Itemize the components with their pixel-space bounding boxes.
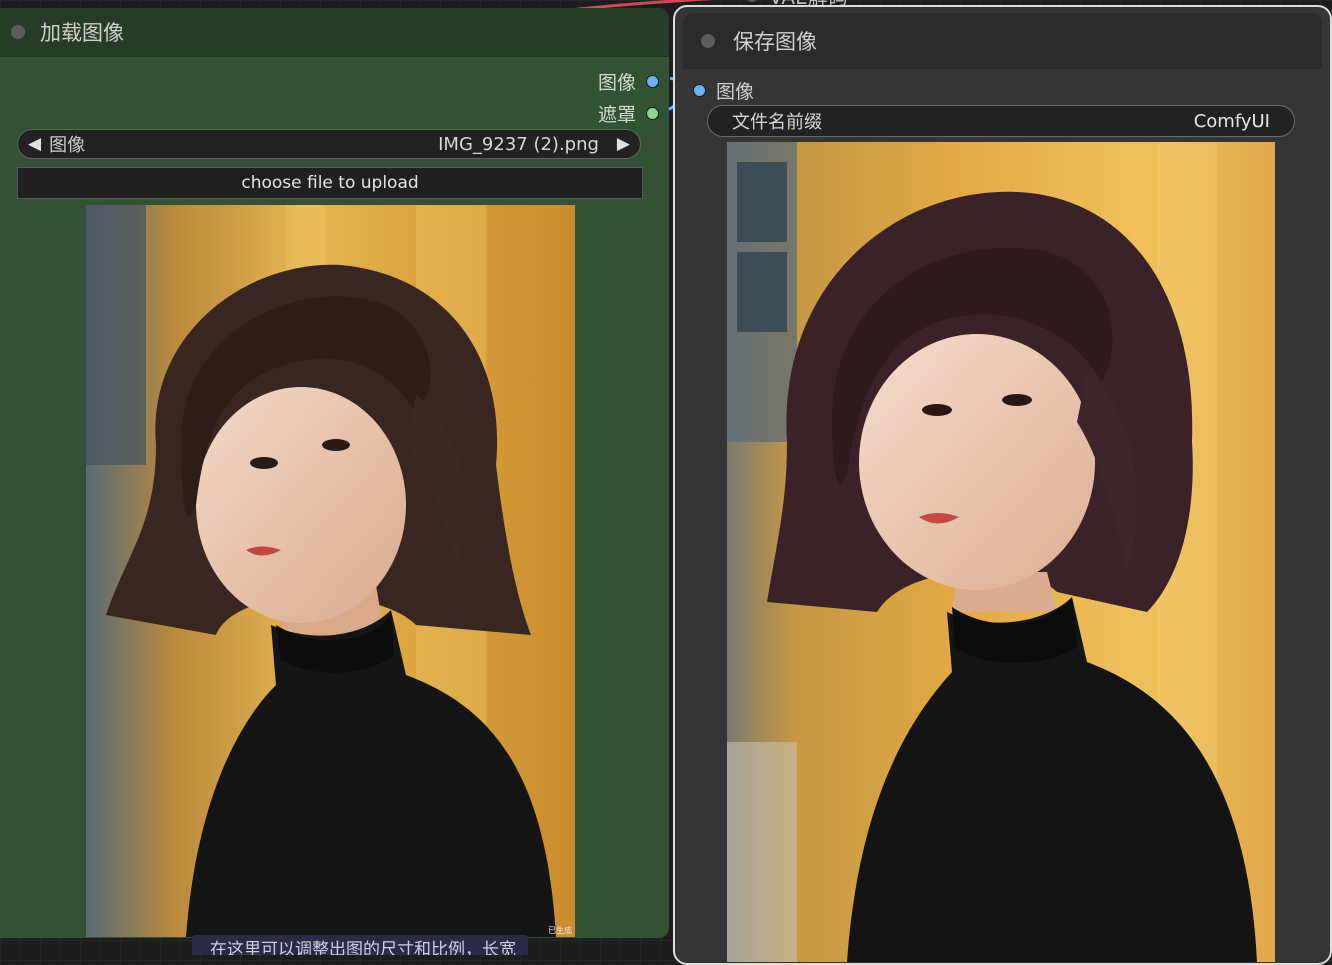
input-slot-image[interactable]: 图像 [693, 77, 754, 104]
filename-prefix-widget[interactable]: 文件名前缀 ComfyUI [707, 105, 1295, 137]
input-slot-label: 图像 [716, 81, 755, 103]
combo-value[interactable]: IMG_9237 (2).png [438, 134, 599, 155]
upload-button[interactable]: choose file to upload [17, 167, 643, 199]
output-connector-dot[interactable] [646, 107, 659, 120]
node-status-dot [745, 0, 759, 2]
output-slot-image[interactable]: 图像 [598, 68, 659, 95]
node-collapse-dot[interactable] [11, 25, 25, 39]
output-slot-mask[interactable]: 遮罩 [598, 100, 659, 127]
combo-name: 图像 [49, 135, 86, 156]
load-image-node[interactable]: 加载图像 图像 遮罩 ◀ 图像 IMG_9237 (2).png ▶ choos… [0, 8, 669, 938]
save-image-node[interactable]: 保存图像 图像 文件名前缀 ComfyUI [673, 5, 1332, 965]
widget-name: 文件名前缀 [732, 112, 822, 133]
input-image-preview: 已生成 [86, 205, 575, 937]
image-combo-widget[interactable]: ◀ 图像 IMG_9237 (2).png ▶ [17, 129, 641, 159]
save-image-header[interactable]: 保存图像 [683, 13, 1322, 69]
prev-arrow-icon[interactable]: ◀ [18, 134, 49, 154]
save-image-title: 保存图像 [733, 30, 817, 54]
output-image-preview [727, 142, 1275, 962]
output-slot-label: 遮罩 [597, 104, 636, 126]
load-image-header[interactable]: 加载图像 [0, 8, 669, 57]
load-image-title: 加载图像 [40, 21, 124, 45]
next-arrow-icon[interactable]: ▶ [617, 134, 640, 154]
hint-tooltip: 在这里可以调整出图的尺寸和比例，长宽 [192, 935, 528, 955]
input-connector-dot[interactable] [693, 84, 706, 97]
widget-value[interactable]: ComfyUI [1194, 111, 1270, 132]
output-slot-label: 图像 [597, 72, 636, 94]
output-connector-dot[interactable] [646, 75, 659, 88]
preview-stamp: 已生成 [548, 926, 572, 935]
node-collapse-dot[interactable] [701, 34, 715, 48]
